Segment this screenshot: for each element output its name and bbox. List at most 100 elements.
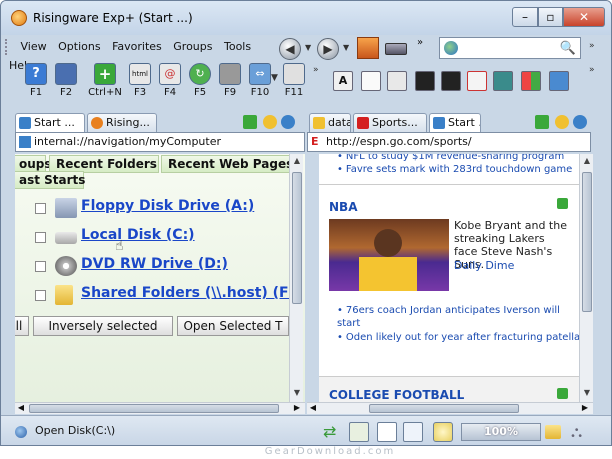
drive-label[interactable]: Shared Folders (\\.host) (F:) <box>81 285 300 301</box>
toolbar-print-button[interactable]: F9 <box>215 63 245 98</box>
history-icon[interactable] <box>555 115 569 129</box>
add-tab-icon[interactable] <box>535 115 549 129</box>
scroll-right-icon[interactable]: ▶ <box>579 403 591 412</box>
close-button[interactable]: ✕ <box>563 7 605 27</box>
scroll-down-icon[interactable]: ▼ <box>290 386 304 400</box>
left-hscroll-thumb[interactable] <box>29 404 279 413</box>
right-scrollbar[interactable]: ▲ ▼ <box>579 154 593 402</box>
console-icon[interactable] <box>415 71 435 91</box>
tab-start-right[interactable]: Start ... <box>429 113 481 133</box>
menu-view[interactable]: View <box>17 37 51 56</box>
search-more-chevron-icon[interactable]: » <box>589 41 595 51</box>
more-chevron-icon[interactable]: » <box>417 37 423 48</box>
minimize-button[interactable]: – <box>512 7 538 27</box>
menu-tools[interactable]: Tools <box>220 37 255 56</box>
left-hscrollbar[interactable]: ◀ ▶ <box>15 402 305 414</box>
toolbar-help-button[interactable]: ? F1 <box>21 63 51 98</box>
expand-icon[interactable] <box>557 388 568 399</box>
tab-data[interactable]: data <box>309 113 351 133</box>
expand-icon[interactable] <box>557 198 568 209</box>
forward-dropdown-icon[interactable]: ▼ <box>343 43 349 52</box>
tab-last-starts[interactable]: ast Starts <box>15 171 85 189</box>
scroll-left-icon[interactable]: ◀ <box>15 403 27 412</box>
toolbar-window-button[interactable]: F11 <box>279 63 309 98</box>
right-hscroll-thumb[interactable] <box>369 404 519 413</box>
windows-logo-icon[interactable] <box>521 71 541 91</box>
scroll-up-icon[interactable]: ▲ <box>290 154 304 168</box>
left-scrollbar[interactable]: ▲ ▼ <box>289 154 303 402</box>
toolbar-new-tab-button[interactable]: + Ctrl+N <box>85 63 125 98</box>
search-input[interactable]: 🔍 <box>439 37 581 59</box>
new-page-icon[interactable] <box>349 422 369 442</box>
toolbar-email-button[interactable]: @ F4 <box>155 63 185 98</box>
folder-icon[interactable] <box>545 425 561 439</box>
history-icon[interactable] <box>263 115 277 129</box>
forward-button[interactable]: ▶ <box>317 38 339 60</box>
split-dropdown-icon[interactable]: ▼ <box>271 73 278 83</box>
right-address-bar[interactable]: E http://espn.go.com/sports/ <box>307 132 591 152</box>
tab-rising[interactable]: Rising... <box>87 113 157 133</box>
drive-item-shared[interactable]: Shared Folders (\\.host) (F:) <box>35 283 300 309</box>
open-selected-button[interactable]: Open Selected T <box>177 316 289 336</box>
drive-checkbox[interactable] <box>35 261 46 272</box>
split-view-icon[interactable] <box>377 422 397 442</box>
back-button[interactable]: ◀ <box>279 38 301 60</box>
scroll-left-icon[interactable]: ◀ <box>307 403 319 412</box>
monitor-icon[interactable] <box>549 71 569 91</box>
scroll-right-icon[interactable]: ▶ <box>291 403 303 412</box>
pdf-icon[interactable] <box>467 71 487 91</box>
toolbar-save-button[interactable]: F2 <box>51 63 81 98</box>
zoom-level[interactable]: 100% <box>461 423 541 441</box>
clock-icon[interactable] <box>573 115 587 129</box>
add-tab-icon[interactable] <box>243 115 257 129</box>
lightbulb-icon[interactable] <box>433 422 453 442</box>
menu-favorites[interactable]: Favorites <box>108 37 166 56</box>
menu-options[interactable]: Options <box>54 37 104 56</box>
drive-item-dvd[interactable]: DVD RW Drive (D:) <box>35 254 295 280</box>
headline-link[interactable]: • 76ers coach Jordan anticipates Iverson … <box>337 304 573 330</box>
college-football-heading[interactable]: COLLEGE FOOTBALL <box>329 388 464 402</box>
layout-icon[interactable] <box>403 422 423 442</box>
toolbar-refresh-button[interactable]: ↻ F5 <box>185 63 215 98</box>
home-icon[interactable] <box>357 37 379 59</box>
inversely-selected-button[interactable]: Inversely selected <box>33 316 173 336</box>
toolbar-more-chevron-icon[interactable]: » <box>313 65 319 75</box>
drive-checkbox[interactable] <box>35 232 46 243</box>
drive-label[interactable]: DVD RW Drive (D:) <box>81 256 228 272</box>
drive-item-local-disk[interactable]: Local Disk (C:) <box>35 225 295 251</box>
search-icon[interactable]: 🔍 <box>560 41 576 56</box>
scroll-up-icon[interactable]: ▲ <box>580 154 594 168</box>
back-dropdown-icon[interactable]: ▼ <box>305 43 311 52</box>
copy-icon[interactable] <box>387 71 407 91</box>
tab-recent-web-pages[interactable]: Recent Web Pages <box>161 155 293 173</box>
left-address-bar[interactable]: internal://navigation/myComputer <box>15 132 305 152</box>
toolbar-html-button[interactable]: html F3 <box>125 63 155 98</box>
drive-status-icon[interactable] <box>385 43 407 55</box>
select-all-button[interactable]: ll <box>15 316 29 336</box>
right-scroll-thumb[interactable] <box>582 172 592 312</box>
left-scroll-thumb[interactable] <box>292 172 302 304</box>
menu-groups[interactable]: Groups <box>169 37 216 56</box>
right-hscrollbar[interactable]: ◀ ▶ <box>307 402 593 414</box>
document-icon[interactable] <box>361 71 381 91</box>
nba-heading[interactable]: NBA <box>329 200 357 214</box>
scroll-down-icon[interactable]: ▼ <box>580 386 594 400</box>
network-icon[interactable]: ⛬ <box>571 422 591 442</box>
drive-label[interactable]: Floppy Disk Drive (A:) <box>81 198 254 214</box>
headline-link[interactable]: • NFL to study $1M revenue-sharing progra… <box>337 154 564 162</box>
drive-checkbox[interactable] <box>35 290 46 301</box>
image-icon[interactable] <box>493 71 513 91</box>
kobe-photo[interactable] <box>329 219 449 291</box>
drive-checkbox[interactable] <box>35 203 46 214</box>
tab-sports[interactable]: Sports... <box>353 113 427 133</box>
sync-arrows-icon[interactable]: ⇄ <box>323 422 343 442</box>
maximize-button[interactable]: ▫ <box>538 7 563 27</box>
font-icon[interactable]: A <box>333 71 353 91</box>
console-alt-icon[interactable] <box>441 71 461 91</box>
daily-dime-link[interactable]: Daily Dime <box>454 259 514 272</box>
menu-grip[interactable] <box>5 39 9 55</box>
clock-icon[interactable] <box>281 115 295 129</box>
drive-item-floppy[interactable]: Floppy Disk Drive (A:) <box>35 196 295 222</box>
toolbar2-more-chevron-icon[interactable]: » <box>589 65 595 75</box>
headline-link[interactable]: • Oden likely out for year after fracturi… <box>337 332 579 343</box>
